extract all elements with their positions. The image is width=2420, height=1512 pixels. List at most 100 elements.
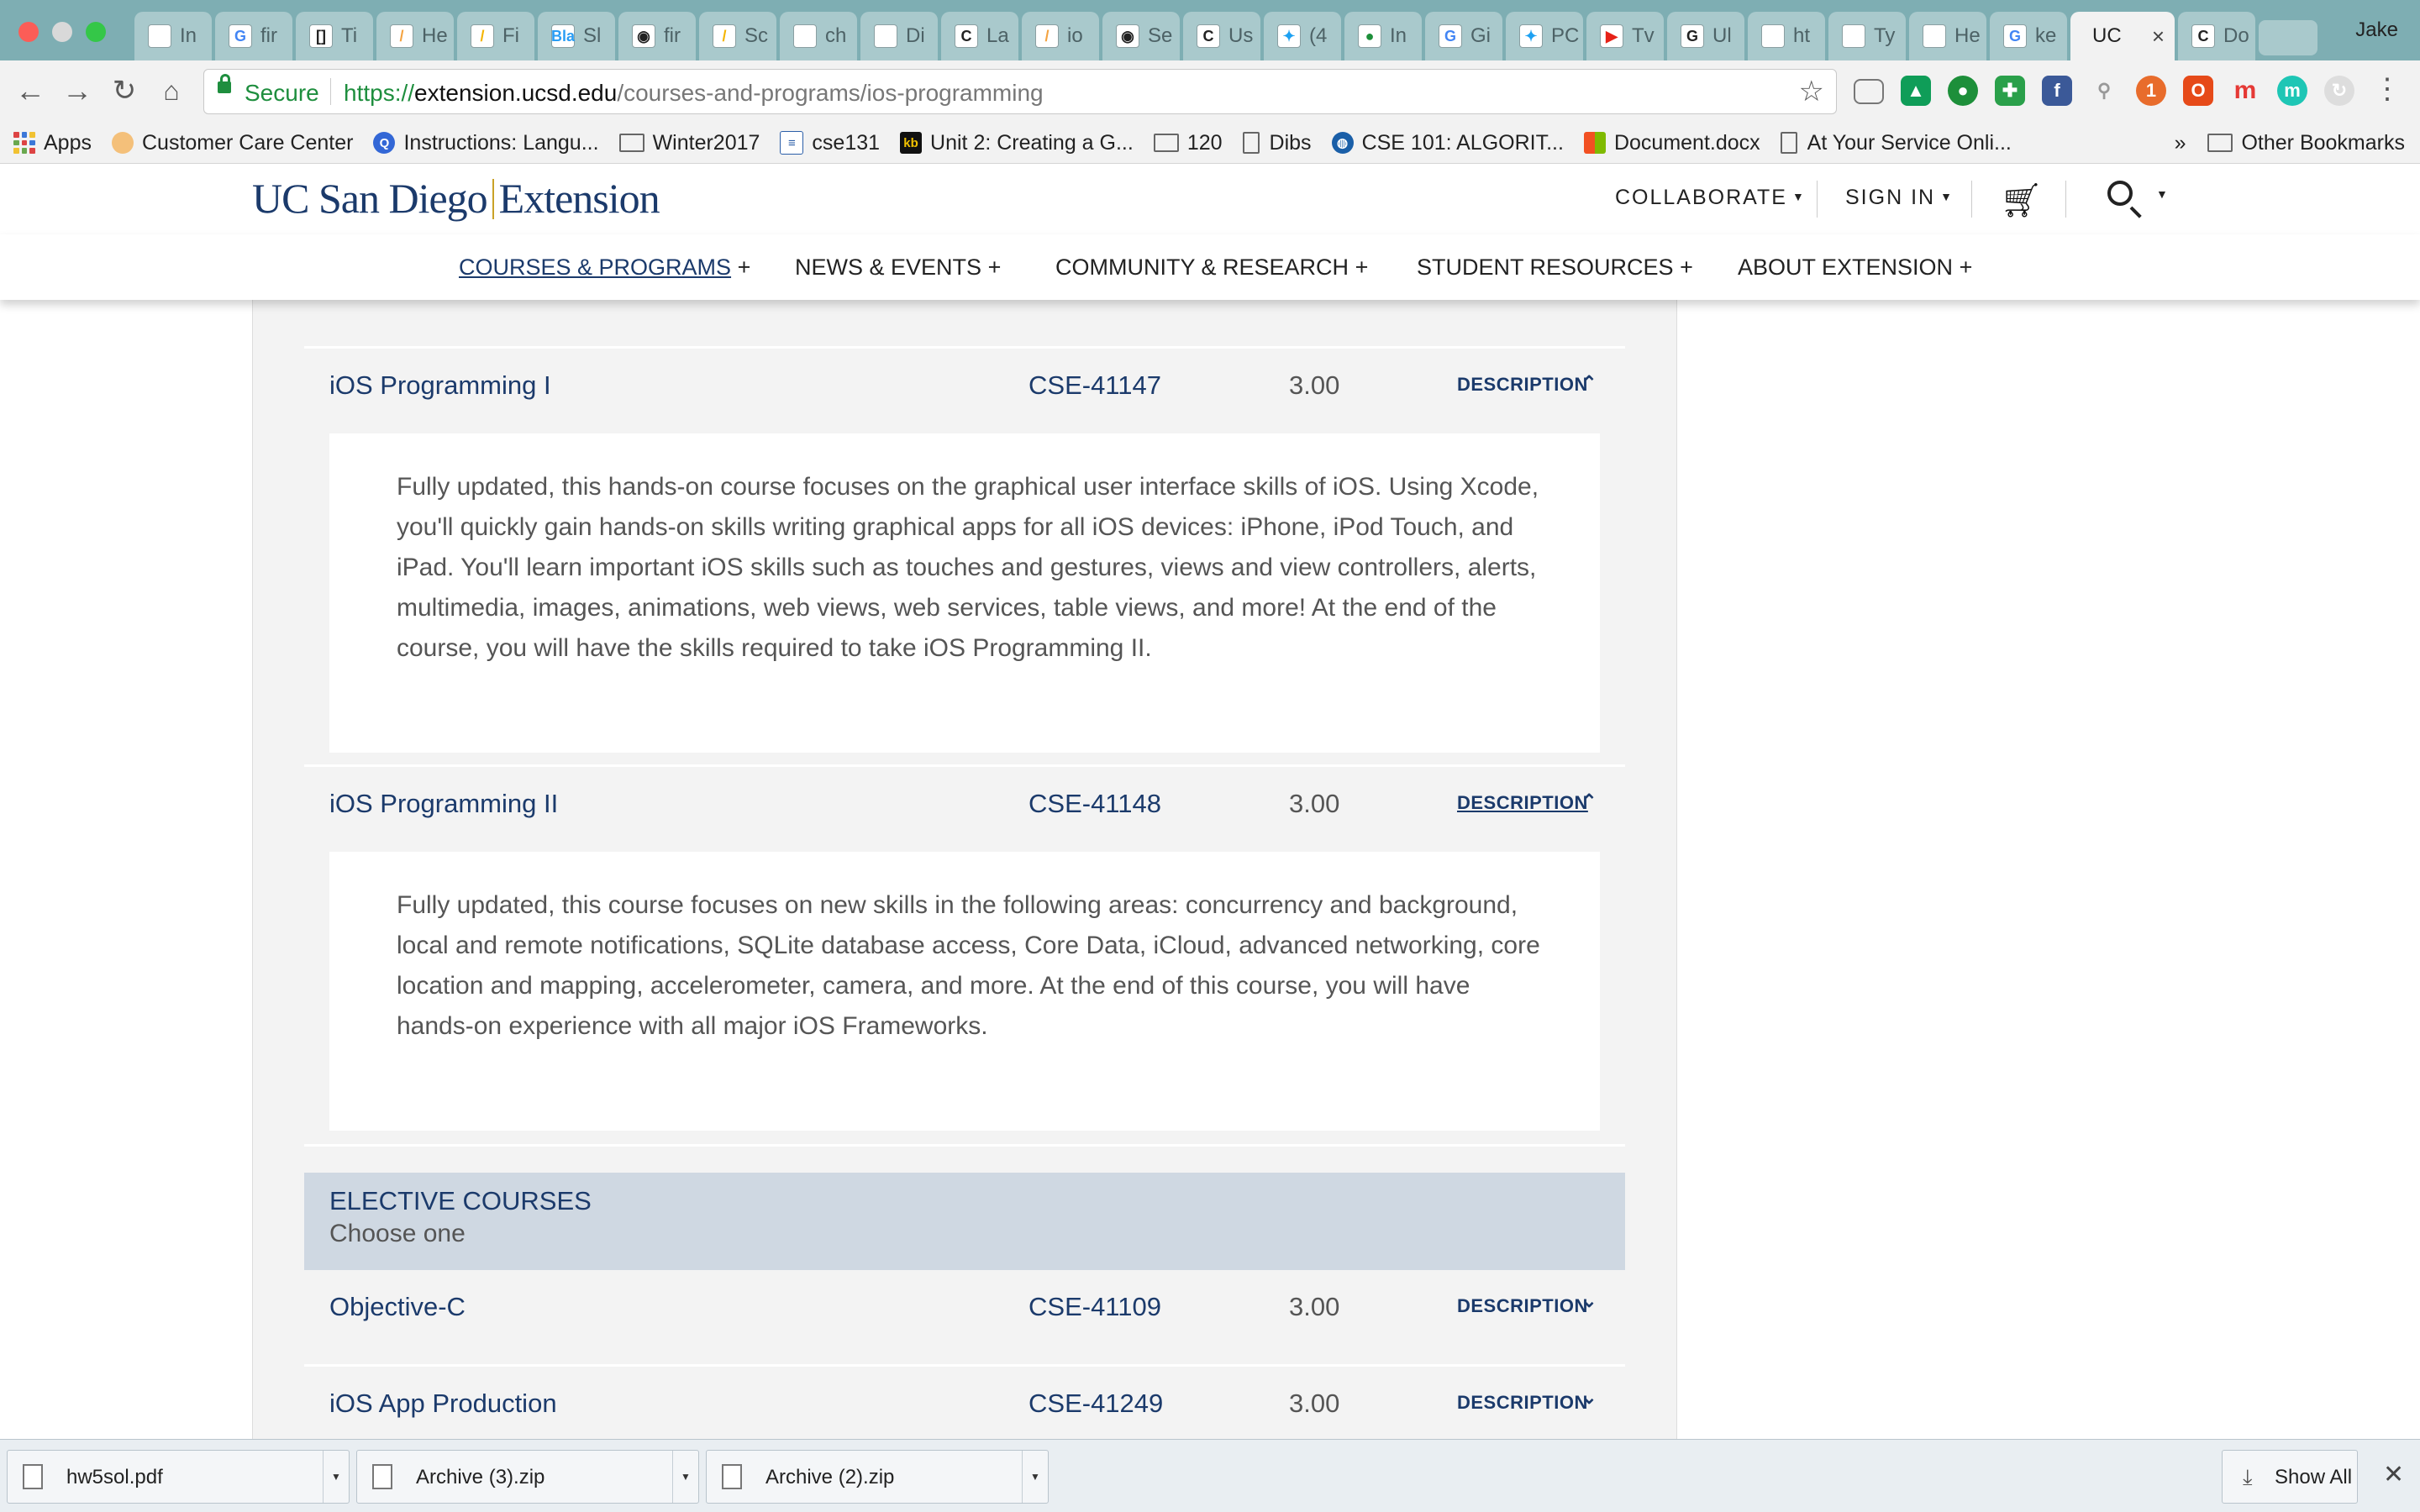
browser-tab[interactable]: C Do — [2178, 12, 2255, 60]
cart-icon[interactable]: 🛒︎ — [2000, 181, 2043, 220]
description-toggle[interactable]: DESCRIPTION — [1457, 1295, 1588, 1317]
drive-extension-icon[interactable]: ▲ — [1901, 76, 1931, 106]
search-icon[interactable] — [2107, 181, 2133, 206]
tab-close-icon[interactable]: × — [2152, 24, 2165, 50]
chevron-down-icon[interactable]: ⌄ — [1581, 1387, 1597, 1409]
magnifier-extension-icon[interactable]: ⚲ — [2089, 76, 2119, 106]
nav-community-research[interactable]: COMMUNITY & RESEARCH + — [1055, 255, 1368, 281]
bookmark-cse101[interactable]: ◍ CSE 101: ALGORIT... — [1331, 130, 1564, 155]
window-zoom-button[interactable] — [86, 22, 106, 42]
browser-tab[interactable]: G Gi — [1425, 12, 1502, 60]
browser-tab[interactable]: ch — [780, 12, 857, 60]
close-icon[interactable]: ✕ — [2383, 1460, 2404, 1489]
forward-icon[interactable]: → — [59, 72, 96, 109]
bookmark-winter2017[interactable]: Winter2017 — [618, 131, 760, 155]
course-row-objective-c[interactable]: Objective-C CSE-41109 3.00 DESCRIPTION ⌄ — [304, 1270, 1625, 1352]
caret-down-icon[interactable]: ▼ — [2156, 187, 2168, 201]
browser-tab[interactable]: G Ul — [1667, 12, 1744, 60]
nav-student-resources[interactable]: STUDENT RESOURCES + — [1417, 255, 1693, 281]
show-all-downloads-button[interactable]: ⤓ Show All — [2222, 1450, 2358, 1504]
description-toggle[interactable]: DESCRIPTION — [1457, 1392, 1588, 1414]
browser-tab[interactable]: UC × — [2070, 12, 2175, 60]
puzzle-extension-icon[interactable]: ✚ — [1995, 76, 2025, 106]
browser-tab[interactable]: / He — [376, 12, 454, 60]
course-row-ios-programming-1[interactable]: iOS Programming I CSE-41147 3.00 DESCRIP… — [304, 346, 1625, 428]
download-item[interactable]: hw5sol.pdf ▼ — [7, 1450, 350, 1504]
course-row-ios-programming-2[interactable]: iOS Programming II CSE-41148 3.00 DESCRI… — [304, 764, 1625, 847]
address-bar[interactable]: Secure https://extension.ucsd.edu/course… — [203, 69, 1837, 114]
browser-tab[interactable]: Di — [860, 12, 938, 60]
nav-about-extension[interactable]: ABOUT EXTENSION + — [1738, 255, 1972, 281]
other-bookmarks[interactable]: Other Bookmarks — [2241, 131, 2405, 155]
browser-tab[interactable]: / Fi — [457, 12, 534, 60]
profile-name[interactable]: Jake — [2355, 18, 2398, 42]
bookmark-customer-care[interactable]: Customer Care Center — [111, 131, 353, 155]
course-row-ios-app-production[interactable]: iOS App Production CSE-41249 3.00 DESCRI… — [304, 1364, 1625, 1446]
bookmark-instructions[interactable]: Q Instructions: Langu... — [373, 131, 599, 155]
bookmark-label: CSE 101: ALGORIT... — [1361, 130, 1564, 155]
notification-badge-icon[interactable]: 1 — [2136, 76, 2166, 106]
download-menu-icon[interactable]: ▼ — [1022, 1451, 1048, 1503]
bookmarks-overflow-button[interactable]: » — [2175, 131, 2186, 155]
description-toggle[interactable]: DESCRIPTION — [1457, 792, 1588, 814]
back-icon[interactable]: ← — [12, 72, 49, 109]
window-minimize-button[interactable] — [52, 22, 72, 42]
browser-tab[interactable]: ✦ (4 — [1264, 12, 1341, 60]
chevron-up-icon[interactable]: ⌃ — [1581, 790, 1597, 812]
browser-tab[interactable]: ✦ PC — [1506, 12, 1583, 60]
browser-tab[interactable]: Gfir — [215, 12, 292, 60]
course-name[interactable]: iOS Programming II — [329, 789, 558, 819]
course-name[interactable]: iOS App Production — [329, 1389, 557, 1419]
nav-courses-programs[interactable]: COURSES & PROGRAMS + — [459, 255, 750, 281]
download-item[interactable]: Archive (2).zip ▼ — [706, 1450, 1049, 1504]
description-toggle[interactable]: DESCRIPTION — [1457, 374, 1588, 396]
bookmark-document[interactable]: Document.docx — [1583, 131, 1760, 155]
facebook-icon[interactable]: f — [2042, 76, 2072, 106]
browser-tab[interactable]: ◉ Se — [1102, 12, 1180, 60]
download-menu-icon[interactable]: ▼ — [323, 1451, 349, 1503]
bookmark-dibs[interactable]: Dibs — [1242, 131, 1312, 155]
browser-tab[interactable]: ◉ fir — [618, 12, 696, 60]
cast-icon[interactable] — [1854, 79, 1884, 104]
browser-tab[interactable]: C La — [941, 12, 1018, 60]
browser-tab[interactable]: [] Ti — [296, 12, 373, 60]
window-close-button[interactable] — [18, 22, 39, 42]
mint-extension-icon[interactable]: m — [2277, 76, 2307, 106]
browser-tab[interactable]: He — [1909, 12, 1986, 60]
browser-tab[interactable]: / Sc — [699, 12, 776, 60]
browser-tab[interactable]: ht — [1748, 12, 1825, 60]
sign-in-menu[interactable]: SIGN IN ▼ — [1845, 186, 1954, 210]
bookmark-120[interactable]: 120 — [1153, 131, 1223, 155]
browser-tab[interactable]: / io — [1022, 12, 1099, 60]
download-menu-icon[interactable]: ▼ — [672, 1451, 698, 1503]
bookmark-apps[interactable]: Apps — [13, 131, 92, 155]
new-tab-button[interactable] — [2259, 20, 2317, 55]
browser-tab[interactable]: Gke — [1990, 12, 2067, 60]
nav-news-events[interactable]: NEWS & EVENTS + — [795, 255, 1001, 281]
browser-tab[interactable]: Ty — [1828, 12, 1906, 60]
collaborate-menu[interactable]: COLLABORATE ▼ — [1615, 186, 1806, 210]
url-text[interactable]: https://extension.ucsd.edu/courses-and-p… — [344, 80, 1044, 107]
reload-icon[interactable]: ↻ — [106, 72, 143, 109]
download-item[interactable]: Archive (3).zip ▼ — [356, 1450, 699, 1504]
office-icon[interactable]: O — [2183, 76, 2213, 106]
browser-tab[interactable]: In — [134, 12, 212, 60]
browser-tab[interactable]: ▶ Tv — [1586, 12, 1664, 60]
chevron-down-icon[interactable]: ⌄ — [1581, 1290, 1597, 1312]
course-name[interactable]: Objective-C — [329, 1292, 466, 1322]
bookmark-star-icon[interactable]: ☆ — [1799, 75, 1824, 108]
m-extension-icon[interactable]: m — [2230, 76, 2260, 106]
bookmark-at-your-service[interactable]: At Your Service Onli... — [1780, 131, 2012, 155]
sync-extension-icon[interactable]: ↻ — [2324, 76, 2354, 106]
ucsd-extension-logo[interactable]: UC San Diego Extension — [252, 174, 660, 223]
browser-tab[interactable]: Bla Sl — [538, 12, 615, 60]
chevron-up-icon[interactable]: ⌃ — [1581, 372, 1597, 394]
course-name[interactable]: iOS Programming I — [329, 370, 551, 401]
browser-tab[interactable]: ● In — [1344, 12, 1422, 60]
home-icon[interactable]: ⌂ — [153, 72, 190, 109]
browser-menu-icon[interactable]: ⋮ — [2373, 72, 2402, 106]
bookmark-cse131[interactable]: ≡ cse131 — [780, 131, 880, 155]
grammarly-icon[interactable]: ● — [1948, 76, 1978, 106]
bookmark-unit2[interactable]: kb Unit 2: Creating a G... — [900, 131, 1134, 155]
browser-tab[interactable]: C Us — [1183, 12, 1260, 60]
